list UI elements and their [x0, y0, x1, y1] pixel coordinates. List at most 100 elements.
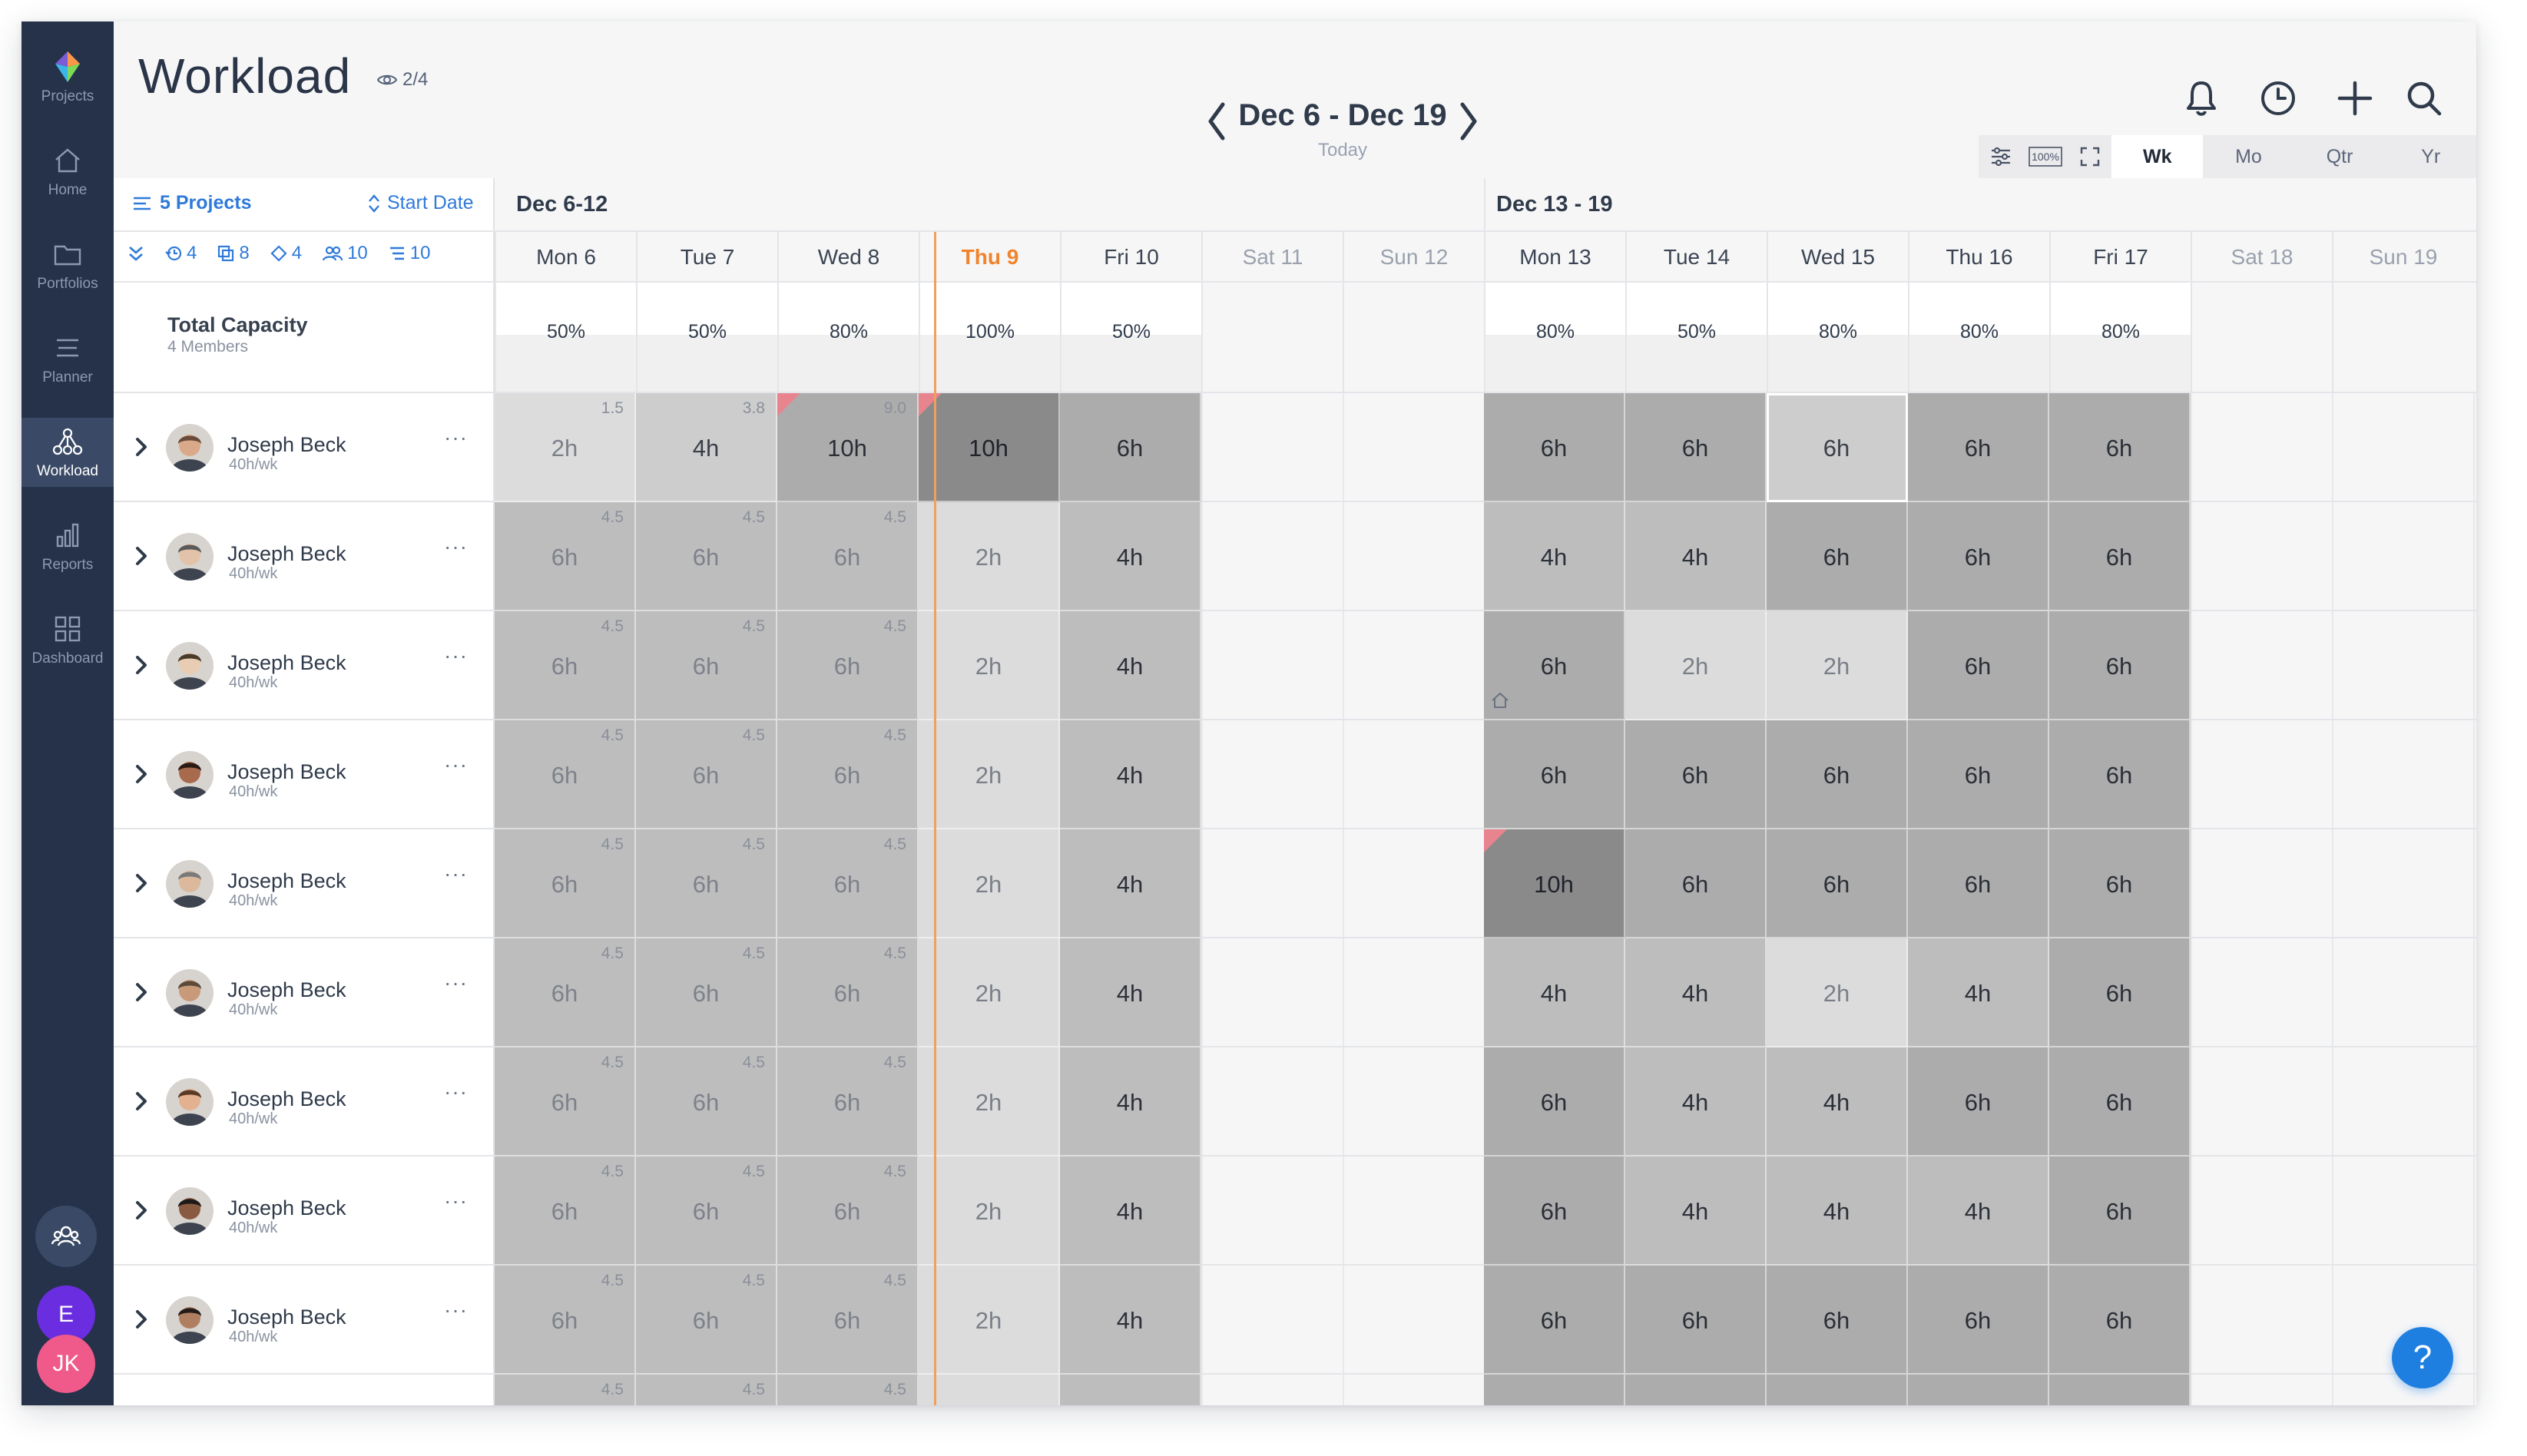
day-header[interactable]: Fri 10: [1060, 232, 1201, 283]
member-row[interactable]: Joseph Beck 40h/wk ···: [114, 1157, 495, 1266]
chip-history[interactable]: 4: [164, 243, 197, 264]
workload-cell[interactable]: 6h 4.5: [777, 720, 919, 829]
workload-cell[interactable]: [2049, 1375, 2191, 1405]
workload-cell[interactable]: 6h 4.5: [777, 1157, 919, 1266]
workload-cell[interactable]: 2h: [919, 1157, 1060, 1266]
more-options-button[interactable]: ···: [444, 862, 468, 886]
projects-filter-button[interactable]: 5 Projects: [132, 192, 252, 214]
workload-cell[interactable]: 6h 4.5: [636, 611, 777, 720]
sidebar-item-dashboard[interactable]: Dashboard: [22, 605, 114, 674]
workload-cell[interactable]: [1484, 1375, 1625, 1405]
workload-cell[interactable]: 6h 4.5: [495, 829, 636, 938]
workload-cell[interactable]: 6h: [1625, 829, 1767, 938]
chevron-right-icon[interactable]: [131, 869, 152, 897]
chevron-right-icon[interactable]: [131, 1196, 152, 1224]
workload-cell[interactable]: 2h: [919, 502, 1060, 611]
day-header[interactable]: Mon 6: [495, 232, 636, 283]
workload-cell[interactable]: 2h 1.5: [495, 393, 636, 502]
workload-cell[interactable]: 6h: [2049, 611, 2191, 720]
sidebar-item-workload[interactable]: Workload: [22, 418, 114, 487]
workload-cell[interactable]: 6h: [1908, 393, 2049, 502]
workload-cell[interactable]: 6h: [1767, 1266, 1908, 1375]
workload-cell[interactable]: 6h: [1767, 720, 1908, 829]
more-options-button[interactable]: ···: [444, 971, 468, 995]
workload-cell[interactable]: 10h: [1484, 829, 1625, 938]
bell-icon[interactable]: [2180, 77, 2223, 120]
collapse-all-button[interactable]: [128, 244, 144, 263]
sidebar-item-portfolios[interactable]: Portfolios: [22, 230, 114, 299]
workload-cell[interactable]: 4h: [1060, 1157, 1201, 1266]
filter-settings-button[interactable]: [1979, 135, 2023, 178]
member-row[interactable]: Joseph Beck 40h/wk ···: [114, 502, 495, 611]
member-row[interactable]: Joseph Beck 40h/wk ···: [114, 1266, 495, 1375]
workload-cell[interactable]: 10h: [919, 393, 1060, 502]
workload-cell[interactable]: 2h: [919, 611, 1060, 720]
workload-cell[interactable]: 6h 4.5: [495, 720, 636, 829]
add-icon[interactable]: [2333, 77, 2376, 120]
day-header[interactable]: Wed 15: [1767, 232, 1908, 283]
workload-cell[interactable]: 6h 4.5: [777, 502, 919, 611]
zoom-week-button[interactable]: Wk: [2111, 135, 2204, 178]
zoom-month-button[interactable]: Mo: [2203, 135, 2294, 178]
workload-cell[interactable]: 6h: [1908, 502, 2049, 611]
more-options-button[interactable]: ···: [444, 1080, 468, 1104]
workload-cell[interactable]: 6h 4.5: [636, 1157, 777, 1266]
more-options-button[interactable]: ···: [444, 644, 468, 668]
workload-cell[interactable]: 10h 9.0: [777, 393, 919, 502]
more-options-button[interactable]: ···: [444, 425, 468, 450]
chip-milestones[interactable]: 4: [270, 243, 302, 264]
day-header[interactable]: Tue 14: [1625, 232, 1767, 283]
day-header[interactable]: Sat 11: [1201, 232, 1343, 283]
workload-cell[interactable]: 2h: [1767, 938, 1908, 1047]
chevron-right-icon[interactable]: [131, 1305, 152, 1333]
chip-tasks[interactable]: 8: [217, 243, 250, 264]
next-range-button[interactable]: [1453, 100, 1484, 143]
workload-cell[interactable]: 6h: [2049, 720, 2191, 829]
sidebar-item-reports[interactable]: Reports: [22, 511, 114, 581]
day-header[interactable]: Thu 9: [919, 232, 1060, 283]
workload-cell[interactable]: 6h 4.5: [777, 1047, 919, 1157]
chevron-right-icon[interactable]: [131, 433, 152, 461]
workload-cell[interactable]: 6h: [1908, 829, 2049, 938]
workload-cell[interactable]: 6h: [2049, 1047, 2191, 1157]
workload-cell[interactable]: 6h 4.5: [777, 1266, 919, 1375]
workload-cell[interactable]: 4h 3.8: [636, 393, 777, 502]
workload-cell[interactable]: 4.5: [495, 1375, 636, 1405]
workload-cell[interactable]: 6h 4.5: [777, 938, 919, 1047]
workload-cell[interactable]: 4h: [1060, 502, 1201, 611]
workload-cell[interactable]: 6h 4.5: [777, 611, 919, 720]
day-header[interactable]: Fri 17: [2049, 232, 2191, 283]
day-header[interactable]: Mon 13: [1484, 232, 1625, 283]
workload-cell[interactable]: 6h: [2049, 829, 2191, 938]
workload-cell[interactable]: 4h: [1767, 1047, 1908, 1157]
workload-cell[interactable]: 6h: [1484, 393, 1625, 502]
workload-cell[interactable]: 4h: [1767, 1157, 1908, 1266]
workload-cell[interactable]: 6h: [1908, 1266, 2049, 1375]
chip-people[interactable]: 10: [322, 243, 368, 264]
workload-cell[interactable]: 6h: [1625, 720, 1767, 829]
workload-cell[interactable]: 6h: [1908, 720, 2049, 829]
workload-cell[interactable]: 6h 4.5: [495, 1157, 636, 1266]
chevron-right-icon[interactable]: [131, 978, 152, 1006]
workload-cell[interactable]: 2h: [919, 829, 1060, 938]
workload-cell[interactable]: 4h: [1484, 938, 1625, 1047]
chevron-right-icon[interactable]: [131, 651, 152, 679]
member-row[interactable]: Joseph Beck 40h/wk ···: [114, 938, 495, 1047]
workload-cell[interactable]: 6h: [2049, 393, 2191, 502]
workload-cell[interactable]: 6h: [1767, 502, 1908, 611]
day-header[interactable]: Sat 18: [2191, 232, 2332, 283]
member-row[interactable]: Joseph Beck 40h/wk ···: [114, 611, 495, 720]
today-button[interactable]: Today: [1174, 140, 1512, 161]
member-row[interactable]: Joseph Beck 40h/wk ···: [114, 720, 495, 829]
day-header[interactable]: Thu 16: [1908, 232, 2049, 283]
workload-cell[interactable]: 6h 4.5: [495, 1266, 636, 1375]
zoom-100-button[interactable]: 100%: [2023, 135, 2068, 178]
sidebar-item-planner[interactable]: Planner: [22, 324, 114, 393]
workload-cell[interactable]: 6h: [1484, 1047, 1625, 1157]
workload-cell[interactable]: 6h: [1060, 393, 1201, 502]
workload-cell[interactable]: 4h: [1060, 720, 1201, 829]
more-options-button[interactable]: ···: [444, 753, 468, 777]
workload-cell[interactable]: 6h: [2049, 1266, 2191, 1375]
workload-cell[interactable]: 6h 4.5: [636, 1266, 777, 1375]
day-header[interactable]: Tue 7: [636, 232, 777, 283]
